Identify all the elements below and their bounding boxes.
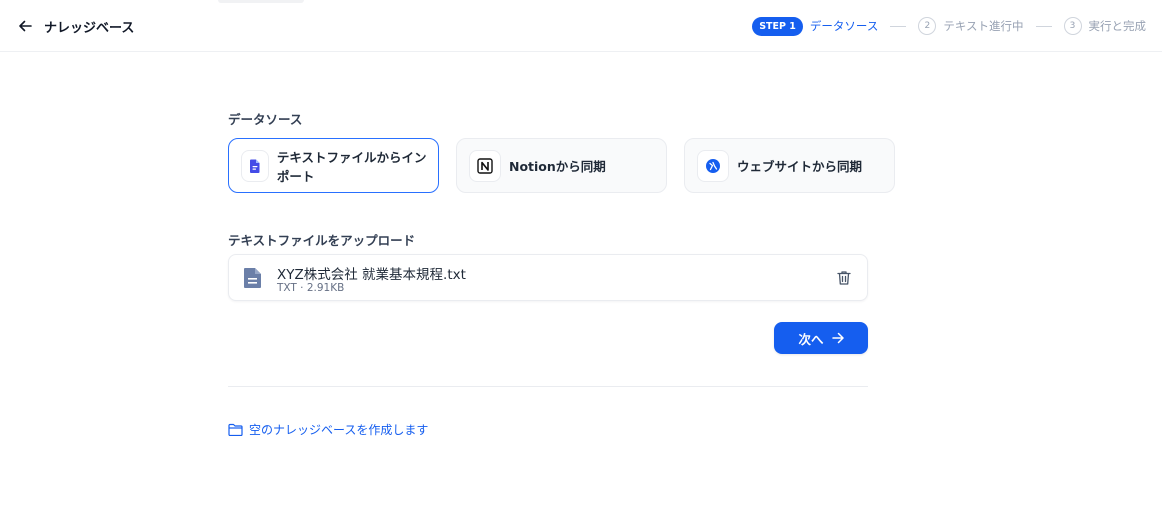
upload-heading: テキストファイルをアップロード — [228, 233, 416, 248]
create-empty-label: 空のナレッジベースを作成します — [249, 423, 429, 437]
divider — [228, 386, 868, 387]
top-bar: ナレッジベース STEP 1 データソース 2 テキスト進行中 3 実行と完成 — [0, 0, 1162, 52]
step3-number: 3 — [1063, 17, 1082, 35]
data-source-heading: データソース — [228, 112, 303, 127]
next-button-label: 次へ — [798, 331, 824, 347]
trash-icon[interactable] — [835, 269, 853, 287]
website-icon — [697, 149, 729, 182]
step1-badge: STEP 1 — [752, 16, 803, 36]
source-option-label: ウェブサイトから同期 — [737, 159, 863, 174]
folder-icon — [228, 423, 243, 436]
back-button[interactable] — [14, 15, 36, 37]
page-title: ナレッジベース — [44, 21, 135, 36]
file-text-icon — [241, 149, 269, 182]
step-separator — [1035, 25, 1052, 27]
source-option-label: テキストファイルからインポート — [276, 149, 427, 184]
notion-icon — [469, 149, 501, 182]
source-option-label: Notionから同期 — [509, 159, 606, 174]
step2-label: テキスト進行中 — [943, 19, 1024, 33]
source-option-notion[interactable]: Notionから同期 — [456, 138, 667, 193]
uploaded-file-item: XYZ株式会社 就業基本規程.txt TXT · 2.91KB — [228, 254, 868, 301]
step1-label: データソース — [809, 19, 879, 33]
step3-label: 実行と完成 — [1088, 19, 1147, 33]
file-meta: TXT · 2.91KB — [277, 282, 345, 294]
step-separator — [890, 25, 907, 27]
next-button[interactable]: 次へ — [774, 322, 868, 354]
tab-hint — [218, 0, 304, 3]
arrow-left-icon — [19, 20, 32, 32]
create-empty-knowledge-base-link[interactable]: 空のナレッジベースを作成します — [228, 421, 428, 438]
arrow-right-icon — [831, 332, 844, 344]
step2-number: 2 — [918, 17, 937, 35]
file-name: XYZ株式会社 就業基本規程.txt — [277, 267, 466, 283]
source-option-text-file[interactable]: テキストファイルからインポート — [228, 138, 439, 193]
source-option-website[interactable]: ウェブサイトから同期 — [684, 138, 895, 193]
stepper: STEP 1 データソース 2 テキスト進行中 3 実行と完成 — [752, 16, 1146, 36]
document-icon — [244, 268, 261, 288]
